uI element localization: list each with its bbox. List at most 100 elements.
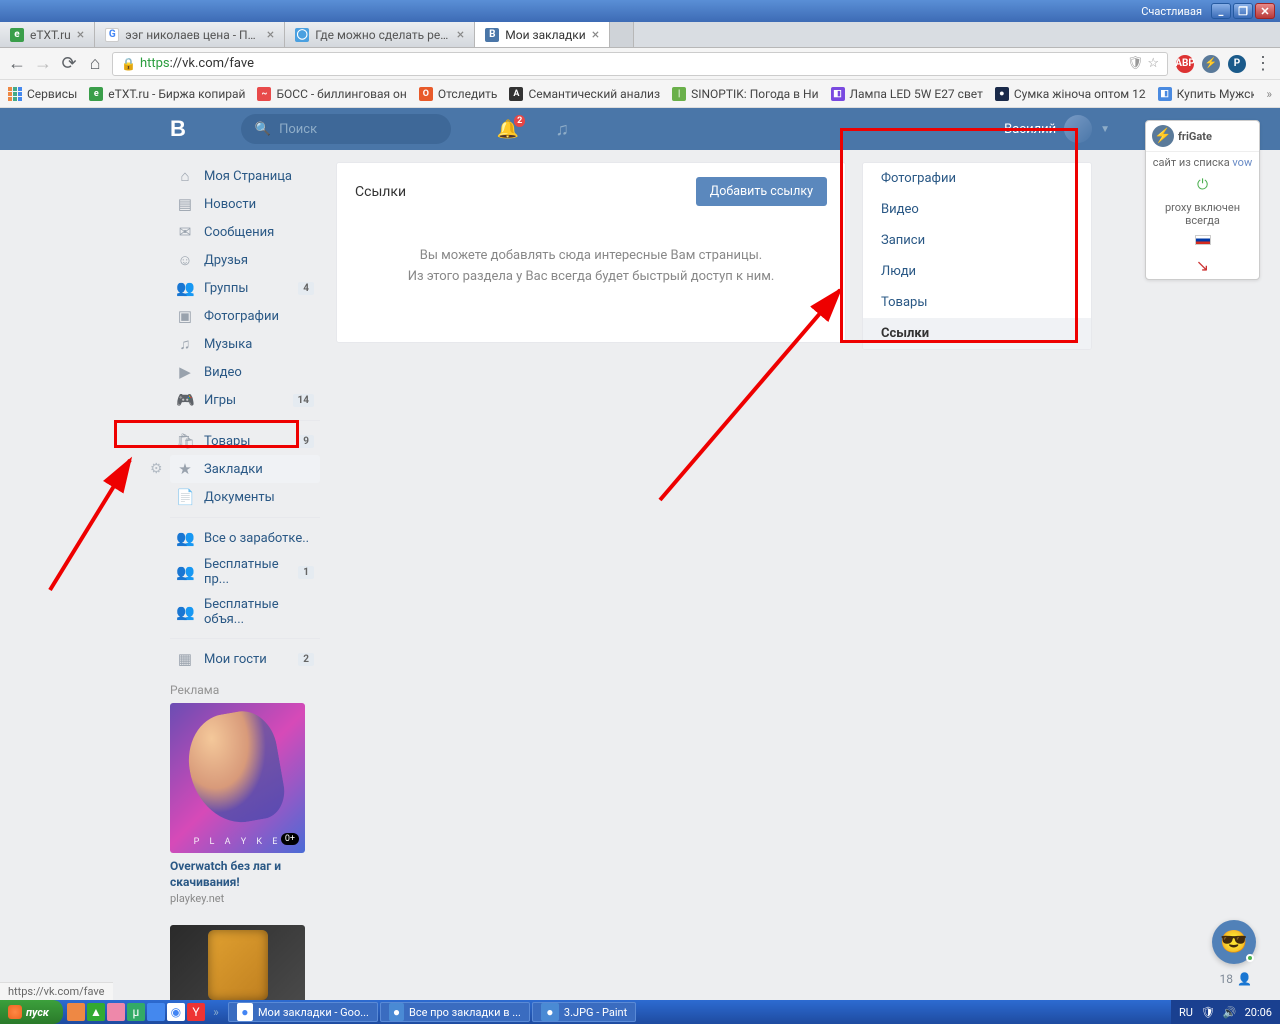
nav-item[interactable]: ▶Видео [170, 358, 320, 386]
vk-content: ⌂Моя Страница▤Новости✉Сообщения☺Друзья👥Г… [170, 150, 1110, 1005]
quicklaunch-icon[interactable]: Y [187, 1003, 205, 1021]
panel-title: Ссылки [355, 184, 406, 200]
nav-item[interactable]: 👥Бесплатные пр...1 [170, 552, 320, 592]
filter-tab[interactable]: Люди [863, 256, 1091, 287]
nav-item[interactable]: 👥Бесплатные объя... [170, 592, 320, 632]
tab-close-icon[interactable]: × [592, 27, 599, 43]
nav-item[interactable]: ♫Музыка [170, 330, 320, 358]
vpn-icon: 🛡 [1127, 56, 1144, 71]
bookmark-item[interactable]: ◧Купить Мужская Рубаш [1158, 87, 1255, 101]
left-nav: ⌂Моя Страница▤Новости✉Сообщения☺Друзья👥Г… [170, 162, 320, 1005]
nav-item[interactable]: ▣Фотографии [170, 302, 320, 330]
right-tabs: ФотографииВидеоЗаписиЛюдиТоварыСсылки [862, 162, 1092, 1005]
browser-tab[interactable]: eeTXT.ru× [0, 22, 95, 47]
browser-tab[interactable]: ◯Где можно сделать ребенк× [285, 22, 475, 47]
frigate-widget[interactable]: ⚡friGate сайт из списка vow ⏻ proxy вклю… [1145, 120, 1260, 280]
flag-ru-icon [1195, 235, 1211, 245]
quicklaunch-icon[interactable]: » [207, 1003, 225, 1021]
bookmark-item[interactable]: ~БОСС - биллинговая он [257, 87, 406, 101]
apps-button[interactable]: Сервисы [8, 87, 77, 101]
vk-logo[interactable]: B [170, 116, 185, 142]
empty-state: Вы можете добавлять сюда интересные Вам … [355, 206, 827, 328]
voice-chat-button[interactable]: 😎 [1212, 920, 1256, 964]
lock-icon: 🔒 [121, 57, 136, 71]
bookmark-item[interactable]: ◧Лампа LED 5W E27 свет [831, 87, 983, 101]
back-button[interactable]: ← [8, 53, 26, 74]
tab-close-icon[interactable]: × [77, 27, 84, 43]
abp-extension-icon[interactable]: ABP [1176, 55, 1194, 73]
nav-item[interactable]: 👥Группы4 [170, 274, 320, 302]
filter-tab[interactable]: Товары [863, 287, 1091, 318]
notifications-button[interactable]: 🔔2 [497, 119, 519, 140]
arrow-annotation [30, 400, 170, 600]
nav-item[interactable]: ☺Друзья [170, 246, 320, 274]
quicklaunch-icon[interactable] [107, 1003, 125, 1021]
browser-tab[interactable]: Gээг николаев цена - Поиск× [95, 22, 285, 47]
nav-item[interactable]: 🎮Игры14 [170, 386, 320, 414]
filter-tab[interactable]: Видео [863, 194, 1091, 225]
new-tab-button[interactable] [610, 22, 634, 47]
tab-close-icon[interactable]: × [457, 27, 464, 43]
windows-user: Счастливая [1141, 5, 1202, 18]
nav-item[interactable]: 👥Все о заработке.. [170, 524, 320, 552]
quicklaunch-icon[interactable] [147, 1003, 165, 1021]
nav-item[interactable]: ⚙★Закладки [170, 455, 320, 483]
bookmark-item[interactable]: AСемантический анализ [509, 87, 660, 101]
nav-item[interactable]: 📄Документы [170, 483, 320, 511]
quicklaunch-icon[interactable]: ▲ [87, 1003, 105, 1021]
bookmark-item[interactable]: eeTXT.ru - Биржа копирай [89, 87, 245, 101]
user-menu[interactable]: Василий ▼ [1004, 115, 1110, 143]
online-count: 18 👤 [1220, 972, 1252, 986]
frigate-extension-icon[interactable]: ⚡ [1202, 55, 1220, 73]
search-input[interactable]: 🔍 Поиск [241, 114, 451, 144]
filter-tab[interactable]: Ссылки [863, 318, 1091, 349]
extension-icon[interactable]: P [1228, 55, 1246, 73]
ad-label: Реклама [170, 683, 320, 697]
quicklaunch-icon[interactable]: ◉ [167, 1003, 185, 1021]
taskbar-app[interactable]: ●3.JPG - Paint [532, 1002, 636, 1022]
browser-tabstrip: eeTXT.ru×Gээг николаев цена - Поиск×◯Где… [0, 22, 1280, 48]
quicklaunch-icon[interactable] [67, 1003, 85, 1021]
bookmark-item[interactable]: ООтследить [419, 87, 498, 101]
add-link-button[interactable]: Добавить ссылку [696, 177, 827, 206]
taskbar-app[interactable]: ●Все про закладки в ... [380, 1002, 530, 1022]
taskbar-app[interactable]: ●Мои закладки - Goo... [228, 1002, 378, 1022]
bookmarks-bar: Сервисы eeTXT.ru - Биржа копирай ~БОСС - … [0, 80, 1280, 108]
minimize-btn[interactable]: _ [1211, 3, 1231, 19]
avatar [1064, 115, 1092, 143]
start-button[interactable]: пуск [0, 1000, 63, 1024]
status-bar: https://vk.com/fave [0, 982, 113, 1000]
bookmark-item[interactable]: ●Сумка жіноча оптом 12 [995, 87, 1146, 101]
forward-button[interactable]: → [34, 53, 52, 74]
search-icon: 🔍 [255, 122, 271, 137]
bookmarks-overflow[interactable]: » [1266, 87, 1272, 101]
music-button[interactable]: ♫ [555, 119, 569, 140]
windows-taskbar: пуск ▲ μ ◉ Y » ●Мои закладки - Goo...●Вс… [0, 1000, 1280, 1024]
menu-button[interactable]: ⋮ [1254, 53, 1272, 74]
system-tray[interactable]: RU 🛡 🔊 20:06 [1171, 1000, 1280, 1024]
close-btn[interactable]: ✕ [1255, 3, 1275, 19]
gear-icon[interactable]: ⚙ [150, 461, 163, 477]
filter-tab[interactable]: Записи [863, 225, 1091, 256]
chevron-down-icon: ▼ [1100, 124, 1110, 135]
maximize-btn[interactable]: ❐ [1233, 3, 1253, 19]
browser-tab[interactable]: BМои закладки× [475, 22, 610, 47]
home-button[interactable]: ⌂ [86, 53, 104, 74]
quicklaunch-icon[interactable]: μ [127, 1003, 145, 1021]
address-bar[interactable]: 🔒 https://vk.com/fave 🛡 ☆ [112, 52, 1168, 76]
reload-button[interactable]: ⟳ [60, 53, 78, 74]
vk-header: B 🔍 Поиск 🔔2 ♫ Василий ▼ [0, 108, 1280, 150]
bookmark-item[interactable]: |SINOPTIK: Погода в Ни [672, 87, 818, 101]
sidebar-ad[interactable]: P L A Y K E0+ Overwatch без лаг и скачив… [170, 703, 305, 1005]
filter-tab[interactable]: Фотографии [863, 163, 1091, 194]
browser-toolbar: ← → ⟳ ⌂ 🔒 https://vk.com/fave 🛡 ☆ ABP ⚡ … [0, 48, 1280, 80]
nav-item[interactable]: 🛍Товары9 [170, 427, 320, 455]
nav-item[interactable]: ▦Мои гости2 [170, 645, 320, 673]
nav-item[interactable]: ▤Новости [170, 190, 320, 218]
nav-item[interactable]: ⌂Моя Страница [170, 162, 320, 190]
main-panel: Ссылки Добавить ссылку Вы можете добавля… [336, 162, 846, 1005]
star-icon[interactable]: ☆ [1147, 56, 1159, 71]
tab-close-icon[interactable]: × [267, 27, 274, 43]
nav-item[interactable]: ✉Сообщения [170, 218, 320, 246]
windows-titlebar: Счастливая _ ❐ ✕ [0, 0, 1280, 22]
